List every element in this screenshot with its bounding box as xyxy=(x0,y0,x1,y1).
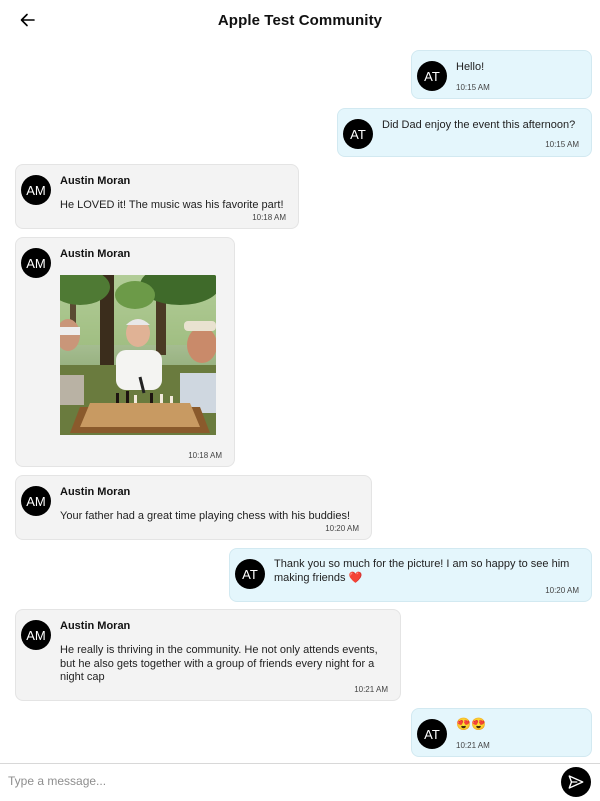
incoming-message: AM Austin Moran He really is thriving in… xyxy=(15,609,401,701)
avatar: AT xyxy=(417,61,447,91)
avatar: AM xyxy=(21,620,51,650)
incoming-message: AM Austin Moran He LOVED it! The music w… xyxy=(15,164,299,229)
message-time: 10:15 AM xyxy=(456,83,490,92)
send-icon xyxy=(568,775,584,789)
avatar: AT xyxy=(417,719,447,749)
sender-name: Austin Moran xyxy=(60,175,131,187)
avatar: AM xyxy=(21,486,51,516)
message-text: He LOVED it! The music was his favorite … xyxy=(60,199,284,211)
sender-name: Austin Moran xyxy=(60,248,131,260)
incoming-message: AM Austin Moran Your father had a great … xyxy=(15,475,372,540)
outgoing-message: AT 😍😍 10:21 AM xyxy=(411,708,592,757)
message-input[interactable] xyxy=(8,770,538,792)
message-text: Your father had a great time playing che… xyxy=(60,510,351,522)
message-time: 10:20 AM xyxy=(325,524,359,533)
message-time: 10:15 AM xyxy=(545,140,579,149)
avatar: AT xyxy=(235,559,265,589)
message-text: He really is thriving in the community. … xyxy=(60,644,378,683)
outgoing-message: AT Did Dad enjoy the event this afternoo… xyxy=(337,108,592,157)
sender-name: Austin Moran xyxy=(60,620,131,632)
message-text: Hello! xyxy=(456,61,485,73)
avatar: AM xyxy=(21,248,51,278)
message-time: 10:20 AM xyxy=(545,586,579,595)
incoming-image-message: AM Austin Moran 10:18 AM xyxy=(15,237,235,467)
chat-header: Apple Test Community xyxy=(0,0,600,42)
sender-name: Austin Moran xyxy=(60,486,131,498)
message-text: Did Dad enjoy the event this afternoon? xyxy=(382,119,576,131)
avatar: AM xyxy=(21,175,51,205)
message-time: 10:18 AM xyxy=(252,213,286,222)
message-time: 10:18 AM xyxy=(188,451,222,460)
send-button[interactable] xyxy=(561,767,591,797)
message-composer xyxy=(0,763,600,801)
chess-photo[interactable] xyxy=(60,275,216,435)
outgoing-message: AT Thank you so much for the picture! I … xyxy=(229,548,592,602)
chat-title: Apple Test Community xyxy=(217,12,383,29)
avatar: AT xyxy=(343,119,373,149)
chess-photo-illustration xyxy=(60,275,216,435)
message-text: 😍😍 xyxy=(456,717,486,731)
message-time: 10:21 AM xyxy=(456,741,490,750)
outgoing-message: AT Hello! 10:15 AM xyxy=(411,50,592,99)
message-time: 10:21 AM xyxy=(354,685,388,694)
message-text: Thank you so much for the picture! I am … xyxy=(274,558,570,584)
